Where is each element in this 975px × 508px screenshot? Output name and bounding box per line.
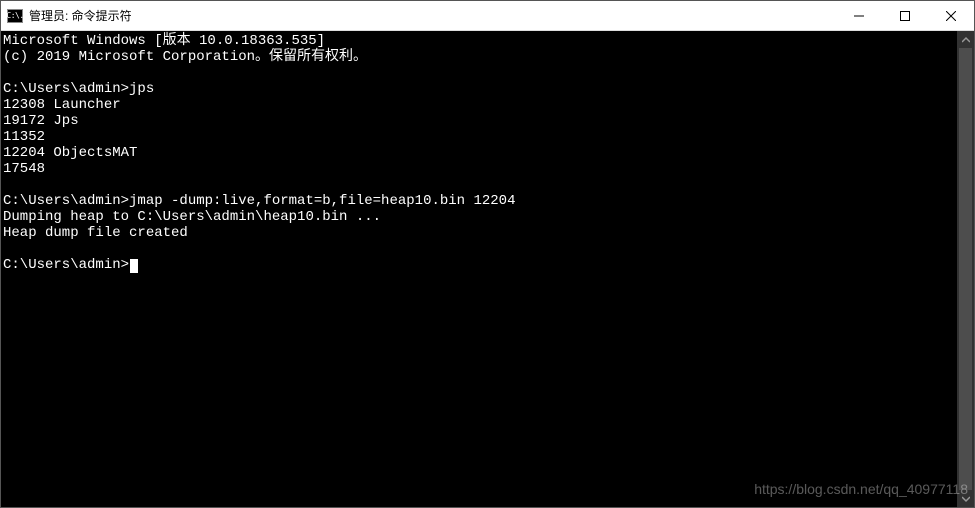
scrollbar[interactable] [957, 31, 974, 507]
titlebar[interactable]: C:\. 管理员: 命令提示符 [1, 1, 974, 31]
scroll-up-button[interactable] [957, 31, 974, 48]
window-controls [836, 1, 974, 30]
chevron-down-icon [962, 495, 970, 503]
close-icon [946, 11, 956, 21]
cursor [130, 259, 138, 273]
scroll-down-button[interactable] [957, 490, 974, 507]
scroll-track[interactable] [957, 48, 974, 490]
cmd-icon: C:\. [7, 9, 23, 23]
minimize-icon [854, 11, 864, 21]
minimize-button[interactable] [836, 1, 882, 30]
close-button[interactable] [928, 1, 974, 30]
title-left: C:\. 管理员: 命令提示符 [1, 7, 132, 24]
window-title: 管理员: 命令提示符 [29, 7, 132, 24]
command-prompt-window: C:\. 管理员: 命令提示符 Microsoft Windows [版本 10… [0, 0, 975, 508]
chevron-up-icon [962, 36, 970, 44]
terminal-area: Microsoft Windows [版本 10.0.18363.535] (c… [1, 31, 974, 507]
maximize-icon [900, 11, 910, 21]
maximize-button[interactable] [882, 1, 928, 30]
scroll-thumb[interactable] [959, 48, 972, 490]
terminal-output[interactable]: Microsoft Windows [版本 10.0.18363.535] (c… [1, 31, 957, 507]
